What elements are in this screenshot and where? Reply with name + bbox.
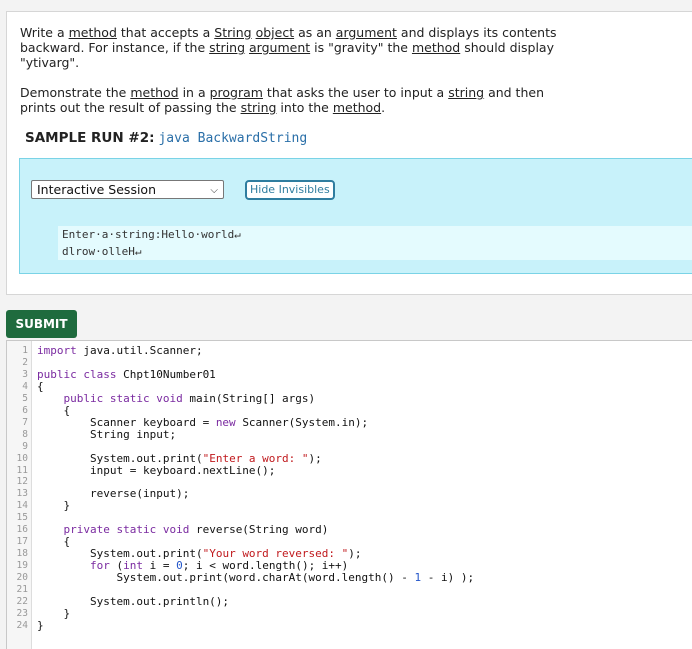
code-line[interactable]: input = keyboard.nextLine();	[37, 464, 275, 477]
code-token: java.util.Scanner;	[83, 344, 203, 357]
code-line[interactable]: import java.util.Scanner;	[37, 344, 203, 357]
sample-run-command: java BackwardString	[158, 131, 308, 146]
code-line[interactable]: public static void main(String[] args)	[37, 391, 316, 405]
code-token: reverse(String word)	[195, 523, 329, 537]
problem-paragraph-1: Write a method that accepts a String obj…	[20, 25, 557, 70]
code-line[interactable]: }	[37, 499, 70, 512]
glossary-link-string[interactable]: String	[214, 25, 251, 40]
line-number: 8	[22, 428, 28, 440]
line-number: 21	[16, 584, 28, 595]
line-number: 1	[22, 345, 28, 356]
code-token: input = keyboard.nextLine();	[37, 463, 276, 477]
keyword-token: private static void	[63, 523, 196, 537]
keyword-token: public static void	[63, 391, 190, 405]
code-token: String input;	[37, 427, 177, 441]
line-number: 14	[16, 500, 28, 512]
output-line: Enter·a·string:Hello·world↵	[62, 228, 241, 241]
code-token: main(String[] args)	[189, 391, 316, 405]
line-number: 20	[16, 572, 28, 584]
line-number: 5	[22, 392, 28, 404]
session-type-value: Interactive Session	[37, 182, 157, 197]
glossary-link-string[interactable]: string	[241, 100, 277, 115]
line-number: 24	[16, 619, 28, 631]
line-number: 17	[16, 536, 28, 548]
sample-run-label: SAMPLE RUN #2:	[25, 130, 155, 146]
problem-paragraph-2: Demonstrate the method in a program that…	[20, 85, 544, 115]
line-number: 22	[16, 595, 28, 607]
glossary-link-argument[interactable]: argument	[336, 25, 397, 40]
keyword-token: import	[37, 344, 84, 357]
line-number: 9	[22, 440, 28, 452]
glossary-link-string[interactable]: string	[448, 85, 484, 100]
output-line: dlrow·olleH↵	[62, 245, 142, 258]
line-number: 12	[16, 476, 28, 488]
line-number-gutter: 1 2 3 4 5 6 7 8 9 10 11 12 13 14 15 16 17 18 19 20 21 22 23 24	[7, 341, 32, 649]
line-number: 2	[22, 356, 28, 368]
session-type-select[interactable]: Interactive Session ⌵	[31, 180, 224, 199]
glossary-link-method[interactable]: method	[69, 25, 117, 40]
code-token: );	[348, 547, 362, 561]
line-number: 19	[16, 560, 28, 572]
line-number: 4	[22, 380, 28, 392]
line-number: 11	[16, 464, 28, 476]
code-token: Chpt10Number01	[123, 367, 216, 381]
glossary-link-method[interactable]: method	[333, 100, 381, 115]
code-token: - i) );	[421, 571, 475, 585]
keyword-token: new	[215, 415, 243, 429]
chevron-down-icon: ⌵	[210, 185, 218, 196]
line-number: 6	[22, 404, 28, 416]
line-number: 7	[22, 416, 28, 428]
code-token: Scanner(System.in);	[242, 415, 369, 429]
code-line[interactable]: }	[37, 619, 44, 632]
code-line[interactable]: public class Chpt10Number01	[37, 368, 216, 381]
code-token: System.out.print(word.charAt(word.length…	[37, 571, 415, 585]
glossary-link-method[interactable]: method	[130, 85, 178, 100]
line-number: 23	[16, 607, 28, 619]
code-line[interactable]: System.out.print(word.charAt(word.length…	[37, 571, 474, 584]
glossary-link-program[interactable]: program	[210, 85, 263, 100]
line-number: 15	[16, 512, 28, 524]
code-line[interactable]: String input;	[37, 428, 176, 441]
line-number: 10	[16, 452, 28, 464]
code-token: }	[37, 618, 44, 632]
code-line[interactable]: private static void reverse(String word)	[37, 523, 329, 537]
session-output: Enter·a·string:Hello·world↵ dlrow·olleH↵	[58, 226, 692, 260]
glossary-link-object[interactable]: object	[256, 25, 295, 40]
line-number: 16	[16, 524, 28, 536]
line-number: 3	[22, 368, 28, 380]
line-number: 13	[16, 488, 28, 500]
session-panel: Interactive Session ⌵ Hide Invisibles En…	[19, 158, 692, 274]
hide-invisibles-button[interactable]: Hide Invisibles	[245, 180, 335, 200]
line-number: 18	[16, 548, 28, 560]
keyword-token: public class	[37, 367, 124, 381]
problem-card: Write a method that accepts a String obj…	[6, 11, 692, 295]
glossary-link-method[interactable]: method	[412, 40, 460, 55]
sample-run-heading: SAMPLE RUN #2: java BackwardString	[25, 130, 307, 146]
glossary-link-argument[interactable]: argument	[249, 40, 310, 55]
code-editor[interactable]: 1 2 3 4 5 6 7 8 9 10 11 12 13 14 15 16 17 18 19 20 21 22 23 24 …	[6, 340, 692, 649]
code-token: }	[37, 499, 71, 513]
glossary-link-string[interactable]: string	[209, 40, 245, 55]
code-token: );	[308, 451, 322, 465]
submit-button[interactable]: SUBMIT	[6, 310, 77, 338]
